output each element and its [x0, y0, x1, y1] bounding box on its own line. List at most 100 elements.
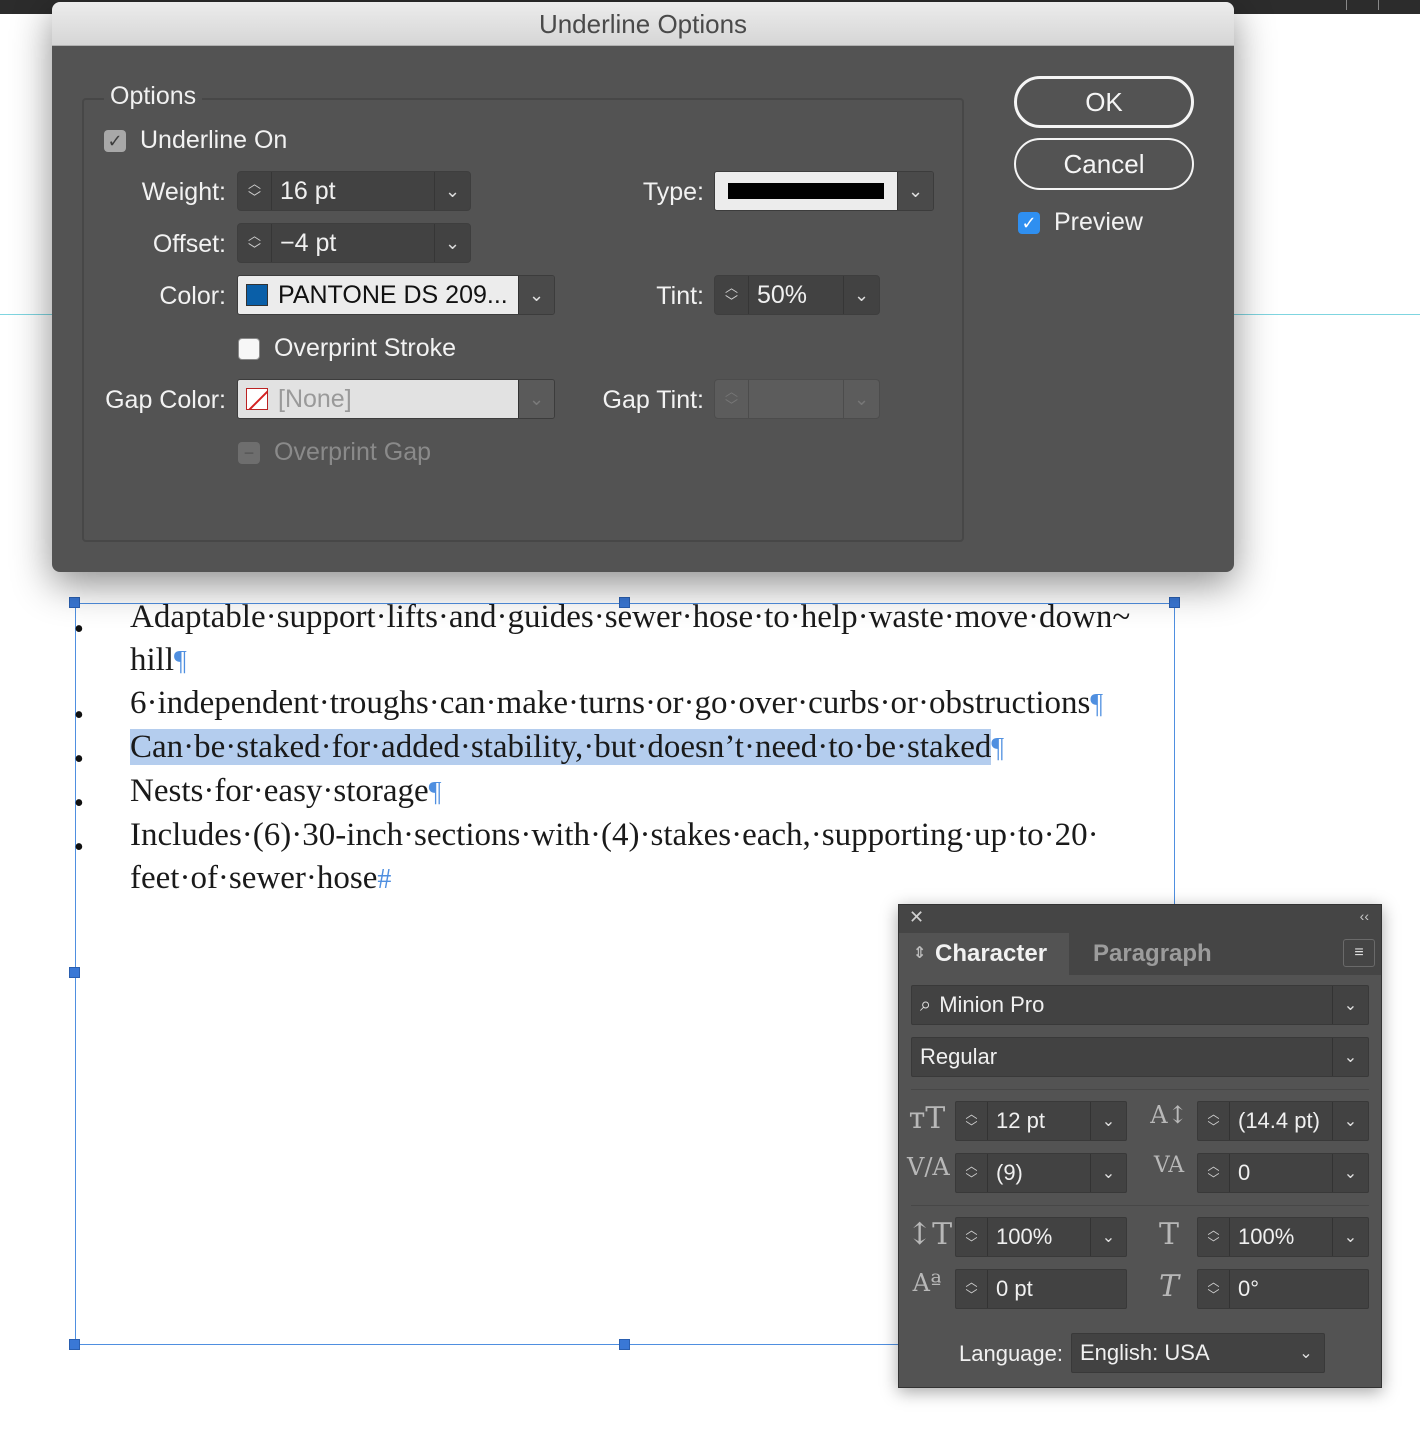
- kerning-value[interactable]: (9): [988, 1154, 1090, 1192]
- gap-color-value: [None]: [278, 384, 352, 413]
- font-style-field[interactable]: Regular ⌄: [911, 1037, 1369, 1077]
- vertical-scale-icon: ↕T: [907, 1217, 953, 1252]
- tab-paragraph[interactable]: Paragraph: [1069, 933, 1231, 975]
- chevron-down-icon[interactable]: ⌄: [1090, 1102, 1126, 1140]
- weight-field[interactable]: ︿ ﹀ 16 pt ⌄: [237, 171, 471, 211]
- stepper-arrows-icon[interactable]: ︿ ﹀: [956, 1154, 988, 1192]
- panel-header: ✕ ‹‹: [899, 905, 1381, 933]
- chevron-down-icon[interactable]: ⌄: [1090, 1154, 1126, 1192]
- stepper-arrows-icon[interactable]: ︿ ﹀: [1198, 1102, 1230, 1140]
- tint-field[interactable]: ︿ ﹀ 50% ⌄: [714, 275, 880, 315]
- kerning-field[interactable]: ︿ ﹀ (9) ⌄: [955, 1153, 1127, 1193]
- horizontal-scale-icon: T: [1158, 1217, 1179, 1252]
- leading-icon: A↕: [1150, 1101, 1188, 1129]
- tracking-value[interactable]: 0: [1230, 1154, 1332, 1192]
- vertical-scale-value[interactable]: 100%: [988, 1218, 1090, 1256]
- skew-field[interactable]: ︿ ﹀ 0°: [1197, 1269, 1369, 1309]
- overprint-gap-checkbox[interactable]: − Overprint Gap: [238, 438, 431, 467]
- collapse-icon[interactable]: ‹‹: [1360, 908, 1369, 924]
- stepper-arrows-icon[interactable]: ︿ ﹀: [1198, 1154, 1230, 1192]
- cancel-button[interactable]: Cancel: [1014, 138, 1194, 190]
- font-size-value[interactable]: 12 pt: [988, 1102, 1090, 1140]
- chevron-down-icon[interactable]: ⌄: [1332, 1154, 1368, 1192]
- none-swatch-icon: [246, 388, 268, 410]
- checkmark-icon: ✓: [104, 129, 126, 152]
- bullet-glyph: •: [74, 832, 84, 863]
- horizontal-scale-field[interactable]: ︿ ﹀ 100% ⌄: [1197, 1217, 1369, 1257]
- gap-color-select[interactable]: [None] ⌄: [237, 379, 555, 419]
- underline-on-label: Underline On: [140, 126, 288, 154]
- stepper-arrows-icon[interactable]: ︿ ﹀: [715, 380, 749, 418]
- weight-label: Weight:: [141, 178, 226, 206]
- stepper-arrows-icon[interactable]: ︿ ﹀: [238, 224, 272, 262]
- stepper-arrows-icon[interactable]: ︿ ﹀: [956, 1102, 988, 1140]
- font-size-field[interactable]: ︿ ﹀ 12 pt ⌄: [955, 1101, 1127, 1141]
- preview-checkbox[interactable]: ✓ Preview: [1018, 208, 1143, 237]
- stepper-arrows-icon[interactable]: ︿ ﹀: [1198, 1270, 1230, 1308]
- vertical-scale-field[interactable]: ︿ ﹀ 100% ⌄: [955, 1217, 1127, 1257]
- chevron-down-icon[interactable]: ⌄: [1090, 1218, 1126, 1256]
- type-label: Type:: [642, 178, 704, 206]
- panel-menu-icon[interactable]: ≡: [1343, 939, 1375, 967]
- ok-button[interactable]: OK: [1014, 76, 1194, 128]
- frame-handle-bl[interactable]: [69, 1339, 80, 1350]
- tab-character-label: Character: [935, 940, 1048, 967]
- tab-character[interactable]: ⇕ Character: [899, 933, 1069, 975]
- skew-value[interactable]: 0°: [1230, 1270, 1368, 1308]
- tint-value[interactable]: 50%: [749, 276, 843, 314]
- language-label: Language:: [959, 1341, 1063, 1366]
- chevron-down-icon[interactable]: ⌄: [897, 172, 933, 210]
- color-select[interactable]: PANTONE DS 209... ⌄: [237, 275, 555, 315]
- chevron-down-icon[interactable]: ⌄: [518, 276, 554, 314]
- language-select[interactable]: English: USA ⌄: [1071, 1333, 1325, 1373]
- tint-label: Tint:: [656, 282, 704, 310]
- bullet-text: Adaptable·support·lifts·and·guides·sewer…: [130, 599, 1139, 678]
- baseline-shift-field[interactable]: ︿ ﹀ 0 pt: [955, 1269, 1127, 1309]
- chevron-down-icon[interactable]: ⌄: [1332, 1218, 1368, 1256]
- chevron-down-icon[interactable]: ⌄: [1288, 1334, 1324, 1372]
- chevron-down-icon[interactable]: ⌄: [1332, 986, 1368, 1024]
- close-icon[interactable]: ✕: [909, 907, 924, 928]
- overprint-stroke-checkbox[interactable]: Overprint Stroke: [238, 334, 456, 363]
- divider: [911, 1205, 1369, 1206]
- stepper-arrows-icon[interactable]: ︿ ﹀: [956, 1218, 988, 1256]
- list-item-selected: • Can·be·staked·for·added·stability,·but…: [0, 726, 1180, 775]
- font-family-field[interactable]: ⌕ Minion Pro ⌄: [911, 985, 1369, 1025]
- chevron-down-icon[interactable]: ⌄: [434, 172, 470, 210]
- frame-handle-bm[interactable]: [619, 1339, 630, 1350]
- gap-tint-field[interactable]: ︿ ﹀ ⌄: [714, 379, 880, 419]
- checkmark-icon: ✓: [1018, 211, 1040, 234]
- offset-value[interactable]: −4 pt: [272, 224, 434, 262]
- chevron-down-icon[interactable]: ⌄: [843, 380, 879, 418]
- weight-value[interactable]: 16 pt: [272, 172, 434, 210]
- tracking-field[interactable]: ︿ ﹀ 0 ⌄: [1197, 1153, 1369, 1193]
- chevron-down-icon[interactable]: ⌄: [1332, 1102, 1368, 1140]
- stepper-arrows-icon[interactable]: ︿ ﹀: [238, 172, 272, 210]
- gap-tint-label: Gap Tint:: [602, 386, 704, 414]
- story-end-mark: #: [377, 864, 392, 895]
- story-text[interactable]: • Adaptable·support·lifts·and·guides·sew…: [0, 596, 1180, 901]
- stepper-arrows-icon[interactable]: ︿ ﹀: [715, 276, 749, 314]
- chevron-down-icon[interactable]: ⌄: [843, 276, 879, 314]
- panel-tabs: ⇕ Character Paragraph ≡: [899, 933, 1381, 975]
- stepper-arrows-icon[interactable]: ︿ ﹀: [956, 1270, 988, 1308]
- chevron-down-icon[interactable]: ⌄: [1332, 1038, 1368, 1076]
- chevron-down-icon[interactable]: ⌄: [434, 224, 470, 262]
- stepper-arrows-icon[interactable]: ︿ ﹀: [1198, 1218, 1230, 1256]
- type-select[interactable]: ⌄: [714, 171, 934, 211]
- tracking-icon: VA: [1153, 1153, 1185, 1178]
- gap-tint-value[interactable]: [749, 380, 843, 418]
- leading-value[interactable]: (14.4 pt): [1230, 1102, 1332, 1140]
- baseline-shift-value[interactable]: 0 pt: [988, 1270, 1126, 1308]
- frame-handle-ml[interactable]: [69, 967, 80, 978]
- underline-on-checkbox[interactable]: ✓ Underline On: [104, 126, 287, 155]
- leading-field[interactable]: ︿ ﹀ (14.4 pt) ⌄: [1197, 1101, 1369, 1141]
- options-group: [82, 98, 964, 542]
- offset-field[interactable]: ︿ ﹀ −4 pt ⌄: [237, 223, 471, 263]
- divider: [911, 1089, 1369, 1090]
- font-style-value: Regular: [920, 1044, 998, 1069]
- preview-label: Preview: [1054, 208, 1143, 236]
- chevron-down-icon[interactable]: ⌄: [518, 380, 554, 418]
- horizontal-scale-value[interactable]: 100%: [1230, 1218, 1332, 1256]
- kerning-icon: V/A: [907, 1153, 950, 1181]
